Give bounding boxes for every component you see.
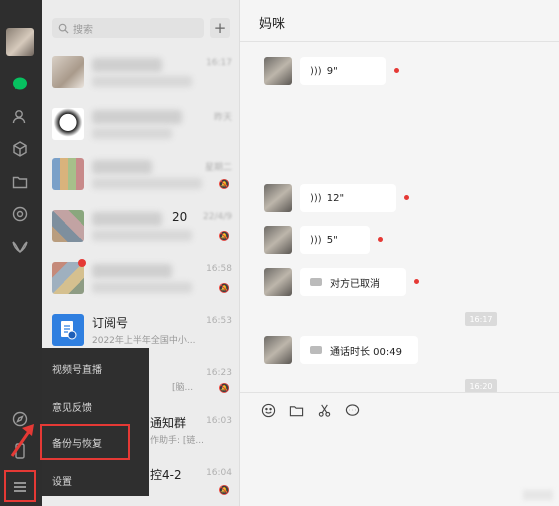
chat-list-item[interactable]: 16:58 🔕 (42, 254, 240, 306)
chat-time: 16:04 (206, 468, 232, 478)
files-icon[interactable] (11, 173, 29, 191)
call-duration: 通话时长 00:49 (330, 346, 402, 358)
chat-time: 16:23 (206, 368, 232, 378)
menu-item-backup-restore[interactable]: 备份与恢复 (40, 424, 130, 460)
wechat-window: 搜索 + 16:17 昨天 星期二 🔕 20 22/4/9 🔕 16:58 🔕 … (0, 0, 559, 506)
chat-time: 星期二 (204, 163, 232, 173)
timestamp: 16:17 (465, 312, 497, 326)
mute-icon: 🔕 (218, 232, 230, 242)
add-button[interactable]: + (210, 18, 230, 38)
sender-avatar (264, 57, 292, 85)
voice-duration: 5" (326, 234, 338, 246)
input-divider (240, 392, 559, 393)
chat-avatar (52, 158, 84, 190)
chat-list-item[interactable]: 20 22/4/9 🔕 (42, 202, 240, 254)
chat-time: 16:58 (206, 264, 232, 274)
call-status: 对方已取消 (330, 278, 380, 290)
unread-badge (78, 259, 86, 267)
chat-time: 16:17 (206, 58, 232, 68)
sender-avatar (264, 336, 292, 364)
sender-avatar (264, 226, 292, 254)
emoji-icon[interactable] (260, 402, 276, 418)
mute-icon: 🔕 (218, 284, 230, 294)
mini-programs-icon[interactable] (11, 238, 29, 256)
search-placeholder: 搜索 (73, 24, 93, 36)
annotation-arrow (10, 424, 34, 457)
chat-header: 妈咪 (240, 0, 559, 42)
mute-icon: 🔕 (218, 180, 230, 190)
voice-duration: 9" (326, 65, 338, 77)
sender-avatar (264, 268, 292, 296)
chat-avatar (52, 262, 84, 294)
settings-menu: 视频号直播 意见反馈 备份与恢复 设置 (40, 348, 149, 498)
chat-time: 22/4/9 (203, 212, 232, 222)
subscriptions-icon (52, 314, 84, 346)
voice-wave-icon: ))) (310, 234, 322, 246)
moments-icon[interactable] (11, 205, 29, 223)
chat-avatar (52, 108, 84, 140)
menu-item-settings[interactable]: 设置 (42, 462, 149, 498)
chat-name-fragment: 20 (172, 210, 188, 224)
sender-avatar (264, 184, 292, 212)
search-box[interactable]: 搜索 (52, 18, 204, 38)
chat-pane: 妈咪 ))) 9" ))) 12" ))) 5" 对方已取消 16:17 通话时长 0… (240, 0, 559, 506)
call-bubble[interactable]: 通话时长 00:49 (300, 336, 418, 364)
watermark (523, 490, 553, 500)
voice-bubble[interactable]: ))) 12" (300, 184, 396, 212)
voice-wave-icon: ))) (310, 192, 322, 204)
chat-history-icon[interactable] (344, 402, 360, 418)
menu-item-feedback[interactable]: 意见反馈 (42, 388, 149, 424)
screenshot-scissors-icon[interactable] (316, 402, 332, 418)
unread-dot (404, 195, 409, 200)
search-icon (58, 23, 69, 34)
chat-title: 通知群 (150, 416, 187, 430)
chat-time: 16:53 (206, 316, 232, 326)
chat-title: 妈咪 (259, 17, 286, 32)
mute-icon: 🔕 (218, 384, 230, 394)
chat-list-item[interactable]: 昨天 (42, 100, 240, 152)
mute-icon: 🔕 (218, 486, 230, 496)
video-call-icon (310, 346, 322, 354)
voice-wave-icon: ))) (310, 65, 322, 77)
chat-preview: 作助手: [链... (150, 436, 204, 446)
chat-preview: [脑... (172, 383, 194, 393)
unread-dot (394, 68, 399, 73)
unread-dot (414, 279, 419, 284)
call-bubble[interactable]: 对方已取消 (300, 268, 406, 296)
chat-list-item[interactable]: 16:17 (42, 48, 240, 100)
video-call-icon (310, 278, 322, 286)
chat-avatar (52, 210, 84, 242)
contacts-icon[interactable] (11, 108, 29, 126)
voice-duration: 12" (326, 192, 345, 204)
voice-bubble[interactable]: ))) 9" (300, 57, 386, 85)
chat-title: 控4-2 (150, 468, 182, 482)
menu-highlight-box (4, 470, 36, 502)
timestamp: 16:20 (465, 379, 497, 393)
chat-list-item[interactable]: 星期二 🔕 (42, 150, 240, 202)
chat-preview: 2022年上半年全国中小... (92, 336, 196, 346)
voice-bubble[interactable]: ))) 5" (300, 226, 370, 254)
folder-icon[interactable] (288, 402, 304, 418)
user-avatar[interactable] (6, 28, 34, 56)
menu-item-channels-live[interactable]: 视频号直播 (42, 350, 149, 386)
chat-time: 昨天 (213, 113, 232, 123)
chat-title: 订阅号 (92, 316, 129, 330)
chat-icon[interactable] (11, 75, 29, 93)
chat-avatar (52, 56, 84, 88)
unread-dot (378, 237, 383, 242)
collections-icon[interactable] (11, 140, 29, 158)
input-toolbar (260, 402, 360, 420)
chat-time: 16:03 (206, 416, 232, 426)
